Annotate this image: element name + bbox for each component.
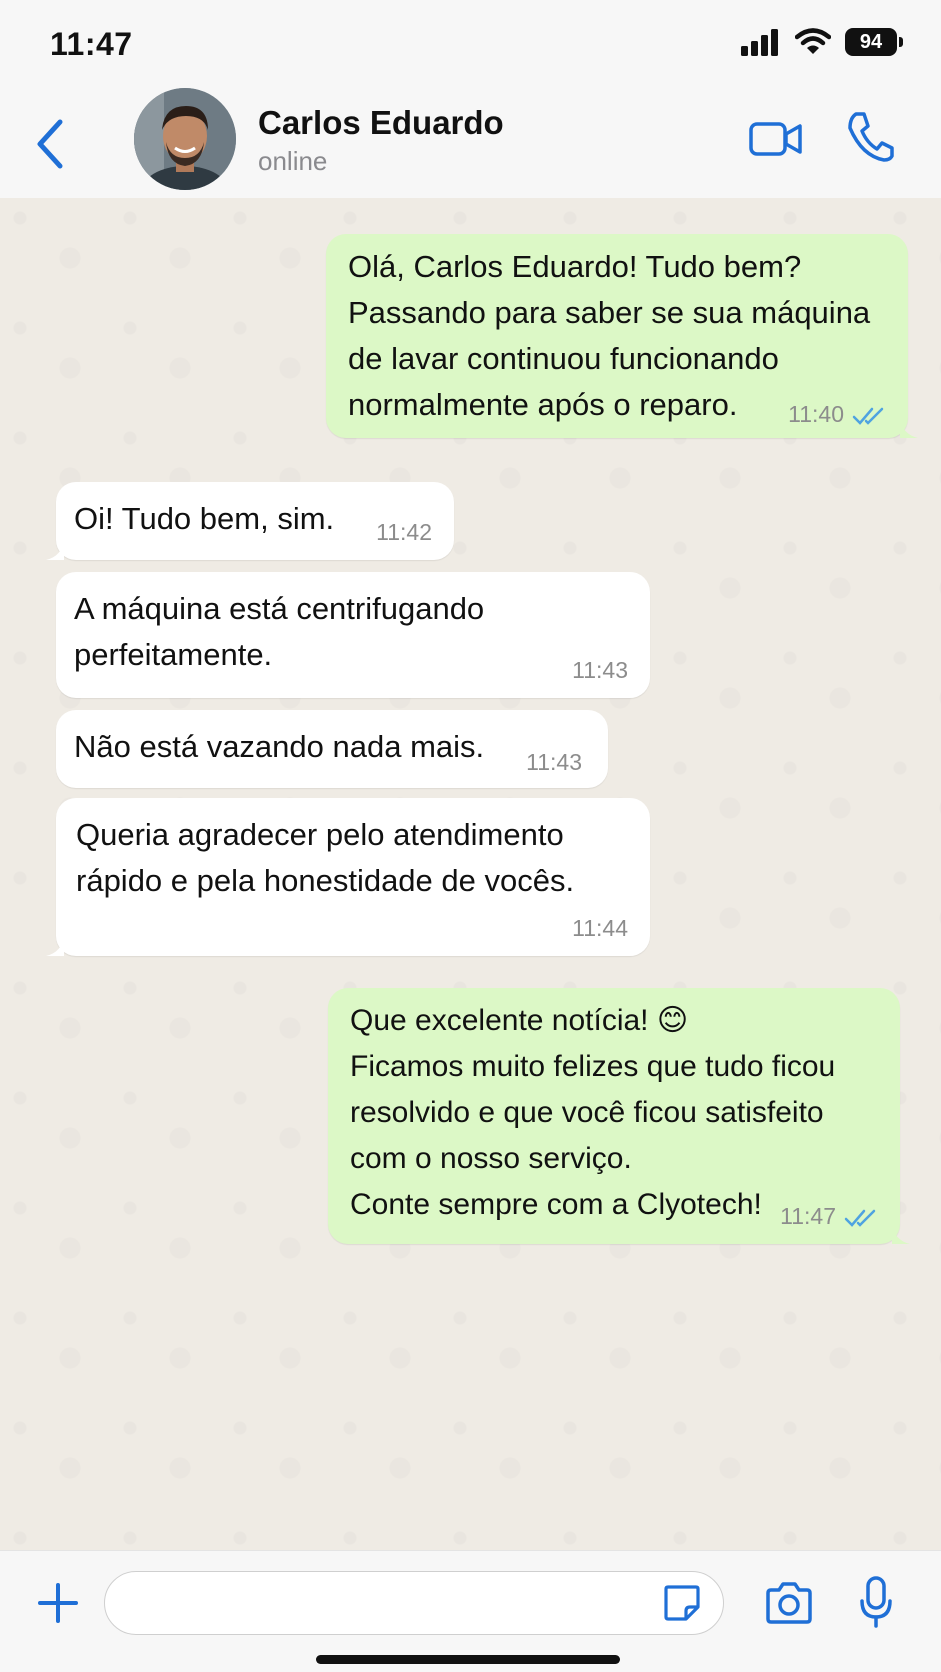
status-icons: 94 bbox=[741, 28, 903, 56]
status-bar: 11:47 94 bbox=[0, 0, 941, 88]
microphone-icon[interactable] bbox=[858, 1575, 894, 1629]
avatar-image bbox=[134, 88, 236, 190]
wifi-icon bbox=[795, 28, 831, 54]
message-timestamp: 11:40 bbox=[788, 401, 844, 427]
message-text: Não está vazando nada mais. bbox=[74, 729, 485, 764]
message-bubble-incoming[interactable]: Oi! Tudo bem, sim. 11:42 bbox=[46, 482, 454, 560]
message-bubble-incoming[interactable]: Queria agradecer pelo atendimento rápido… bbox=[46, 798, 650, 956]
bubble-tail bbox=[892, 1224, 910, 1244]
message-input[interactable] bbox=[104, 1571, 724, 1635]
phone-icon[interactable] bbox=[846, 110, 894, 162]
double-check-icon bbox=[852, 407, 884, 425]
message-text: Queria agradecer pelo atendimento rápido… bbox=[76, 817, 575, 898]
message-time: 11:47 bbox=[780, 1202, 878, 1230]
message-timestamp: 11:43 bbox=[572, 657, 628, 683]
message-time: 11:40 bbox=[788, 400, 886, 428]
message-bubble-incoming[interactable]: A máquina está centrifugando perfeitamen… bbox=[56, 572, 650, 698]
bubble-tail bbox=[46, 936, 64, 956]
video-call-icon[interactable] bbox=[748, 116, 804, 162]
chat-header: Carlos Eduardo online bbox=[0, 88, 941, 198]
double-check-icon bbox=[844, 1209, 876, 1227]
home-indicator[interactable] bbox=[316, 1655, 620, 1664]
sticker-icon[interactable] bbox=[662, 1583, 702, 1623]
message-bubble-outgoing[interactable]: Que excelente notícia! 😊 Ficamos muito f… bbox=[328, 988, 910, 1244]
battery-level: 94 bbox=[859, 30, 883, 53]
chevron-left-icon[interactable] bbox=[30, 116, 70, 172]
bubble-tail bbox=[46, 540, 64, 560]
message-text: A máquina está centrifugando perfeitamen… bbox=[74, 591, 485, 672]
message-timestamp: 11:42 bbox=[376, 519, 432, 545]
message-timestamp: 11:43 bbox=[526, 749, 582, 775]
plus-icon[interactable] bbox=[36, 1581, 80, 1625]
composer-bar bbox=[0, 1550, 941, 1672]
avatar[interactable] bbox=[134, 88, 236, 190]
message-timestamp: 11:47 bbox=[780, 1203, 836, 1229]
message-bubble-incoming[interactable]: Não está vazando nada mais. 11:43 bbox=[56, 710, 608, 788]
contact-status: online bbox=[258, 146, 328, 176]
camera-icon[interactable] bbox=[764, 1581, 814, 1625]
message-bubble-outgoing[interactable]: Olá, Carlos Eduardo! Tudo bem? Passando … bbox=[326, 234, 918, 438]
chat-area[interactable]: Olá, Carlos Eduardo! Tudo bem? Passando … bbox=[0, 198, 941, 1550]
contact-name[interactable]: Carlos Eduardo bbox=[258, 104, 504, 142]
bubble-tail bbox=[900, 418, 918, 438]
battery-icon: 94 bbox=[845, 28, 903, 56]
message-timestamp: 11:44 bbox=[572, 915, 628, 941]
status-time: 11:47 bbox=[50, 26, 133, 62]
message-text: Que excelente notícia! 😊 Ficamos muito f… bbox=[350, 1004, 836, 1221]
signal-icon bbox=[741, 29, 778, 56]
